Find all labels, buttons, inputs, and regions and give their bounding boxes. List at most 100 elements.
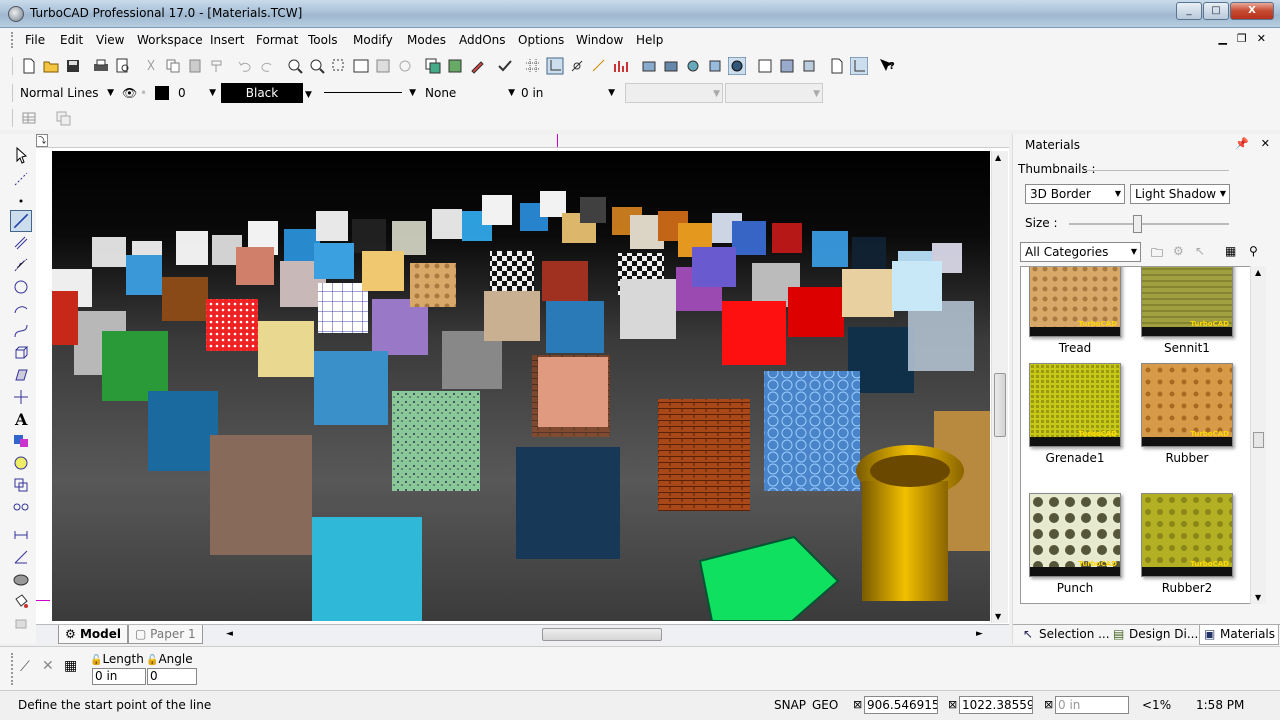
shadow-mode-select[interactable]: Light Shadow ▼ <box>1130 184 1230 204</box>
pen-icon[interactable] <box>468 57 486 75</box>
size-slider-thumb[interactable] <box>1133 215 1142 233</box>
chart-icon[interactable] <box>612 57 630 75</box>
material-tread[interactable]: TurboCAD Tread <box>1025 267 1125 355</box>
render-1-icon[interactable] <box>640 57 658 75</box>
group-icon[interactable] <box>12 476 30 494</box>
menu-insert[interactable]: Insert <box>210 33 244 47</box>
render-3-icon[interactable] <box>684 57 702 75</box>
help-pointer-icon[interactable]: ? <box>878 57 896 75</box>
vertical-scroll-thumb[interactable] <box>994 373 1006 437</box>
z-coordinate-field[interactable]: 0 in <box>1055 696 1129 714</box>
angle-lock-icon[interactable]: 🔓 <box>146 655 158 666</box>
menubar-grip[interactable] <box>11 32 14 48</box>
length-input[interactable]: 0 in <box>92 668 146 685</box>
surface-icon[interactable] <box>12 366 30 384</box>
scroll-down-icon[interactable]: ▼ <box>995 612 1001 621</box>
geo-toggle[interactable]: GEO <box>812 695 838 715</box>
new-file-icon[interactable] <box>20 57 38 75</box>
color-select[interactable]: Black <box>221 83 303 103</box>
tab-design-director[interactable]: ▤ Design Di... <box>1109 625 1203 645</box>
zoom-previous-icon[interactable] <box>396 57 414 75</box>
redo-icon[interactable] <box>258 57 276 75</box>
point-icon[interactable] <box>12 170 30 188</box>
line-style-select[interactable]: Normal Lines ▼ <box>20 83 116 103</box>
mdi-minimize-icon[interactable]: ▁ <box>1218 32 1226 45</box>
close-button[interactable]: X <box>1230 2 1274 20</box>
view-2-icon[interactable] <box>778 57 796 75</box>
canvas-vertical-scrollbar[interactable]: ▲ ▼ <box>991 151 1008 623</box>
zoom-in-icon[interactable] <box>286 57 304 75</box>
page-icon[interactable] <box>828 57 846 75</box>
mdi-close-icon[interactable]: ✕ <box>1257 32 1266 45</box>
visibility-eye-icon[interactable]: 👁 <box>122 83 137 103</box>
zoom-out-icon[interactable] <box>308 57 326 75</box>
snap-toggle[interactable]: SNAP <box>774 695 806 715</box>
material-options-icon[interactable]: ⚲ <box>1249 244 1258 258</box>
zoom-window-icon[interactable] <box>330 57 348 75</box>
polyline-icon[interactable] <box>12 256 30 274</box>
angle-input[interactable]: 0 <box>147 668 197 685</box>
print-preview-icon[interactable] <box>114 57 132 75</box>
view-3-icon[interactable] <box>800 57 818 75</box>
angle-dimension-icon[interactable] <box>12 548 30 566</box>
pointer-options-icon[interactable]: ⟋ <box>20 659 30 675</box>
material-thumbnails-list[interactable]: TurboCAD Tread TurboCAD Sennit1 TurboCAD… <box>1020 266 1266 604</box>
zoom-extents-icon[interactable] <box>352 57 370 75</box>
layers-icon[interactable] <box>424 57 442 75</box>
x-coordinate-field[interactable]: 906.546915 in <box>864 696 938 714</box>
minimize-button[interactable]: _ <box>1176 2 1202 20</box>
menu-tools[interactable]: Tools <box>308 33 338 47</box>
double-line-icon[interactable] <box>12 234 30 252</box>
menu-edit[interactable]: Edit <box>60 33 83 47</box>
view-1-icon[interactable] <box>756 57 774 75</box>
material-rubber[interactable]: TurboCAD Rubber <box>1137 363 1237 465</box>
drawing-canvas[interactable] <box>36 148 1009 624</box>
scroll-up-icon[interactable]: ▲ <box>995 153 1001 162</box>
material-save-icon[interactable]: 🗀 <box>1151 244 1163 265</box>
material-rubber2[interactable]: TurboCAD Rubber2 <box>1137 493 1237 595</box>
tab-model[interactable]: ⚙ Model <box>58 625 128 644</box>
zoom-page-icon[interactable] <box>374 57 392 75</box>
tab-selection-info[interactable]: ↖ Selection ... <box>1019 625 1111 645</box>
render-2-icon[interactable] <box>662 57 680 75</box>
turbocad-app-icon[interactable] <box>8 6 24 22</box>
ucs-icon[interactable] <box>849 56 869 76</box>
3d-box-icon[interactable] <box>12 344 30 362</box>
menu-window[interactable]: Window <box>576 33 623 47</box>
category-select[interactable]: All Categories ▼ <box>1020 242 1141 262</box>
copy-icon[interactable] <box>164 57 182 75</box>
border-mode-select[interactable]: 3D Border ▼ <box>1025 184 1125 204</box>
rendered-materials-scene[interactable] <box>52 151 990 621</box>
menu-options[interactable]: Options <box>518 33 564 47</box>
grid-icon[interactable] <box>524 57 542 75</box>
curve-icon[interactable] <box>12 322 30 340</box>
materials-scrollbar[interactable]: ▲ ▼ <box>1250 266 1266 604</box>
dimension-icon[interactable] <box>12 526 30 544</box>
paint-bucket-icon[interactable] <box>12 592 30 610</box>
menu-view[interactable]: View <box>96 33 124 47</box>
open-folder-icon[interactable] <box>42 57 60 75</box>
snap-tools-icon[interactable] <box>568 57 586 75</box>
insert-image-icon[interactable] <box>12 432 30 450</box>
canvas-horizontal-scrollbar[interactable]: ◄ ► <box>226 627 1028 643</box>
menu-modes[interactable]: Modes <box>407 33 446 47</box>
circle-icon[interactable] <box>12 278 30 296</box>
material-view-icon[interactable]: ▦ <box>1225 244 1236 258</box>
menu-modify[interactable]: Modify <box>353 33 393 47</box>
line-tool-icon[interactable] <box>10 210 32 232</box>
ortho-icon[interactable] <box>546 57 564 75</box>
properties-table-icon[interactable]: ▦ <box>64 658 77 674</box>
material-sennit1[interactable]: TurboCAD Sennit1 <box>1137 267 1237 355</box>
table-icon[interactable] <box>20 109 38 127</box>
undo-icon[interactable] <box>236 57 254 75</box>
lock-icon[interactable]: • <box>140 83 150 103</box>
paste-icon[interactable] <box>186 57 204 75</box>
dot-icon[interactable] <box>12 192 30 210</box>
print-icon[interactable] <box>92 57 110 75</box>
material-grenade1[interactable]: TurboCAD Grenade1 <box>1025 363 1125 465</box>
cancel-icon[interactable]: ✕ <box>42 658 54 674</box>
panel-close-icon[interactable]: ✕ <box>1261 137 1270 150</box>
measure-icon[interactable] <box>590 57 608 75</box>
inspector-grip[interactable] <box>11 653 13 685</box>
constraint-icon[interactable] <box>12 498 30 516</box>
